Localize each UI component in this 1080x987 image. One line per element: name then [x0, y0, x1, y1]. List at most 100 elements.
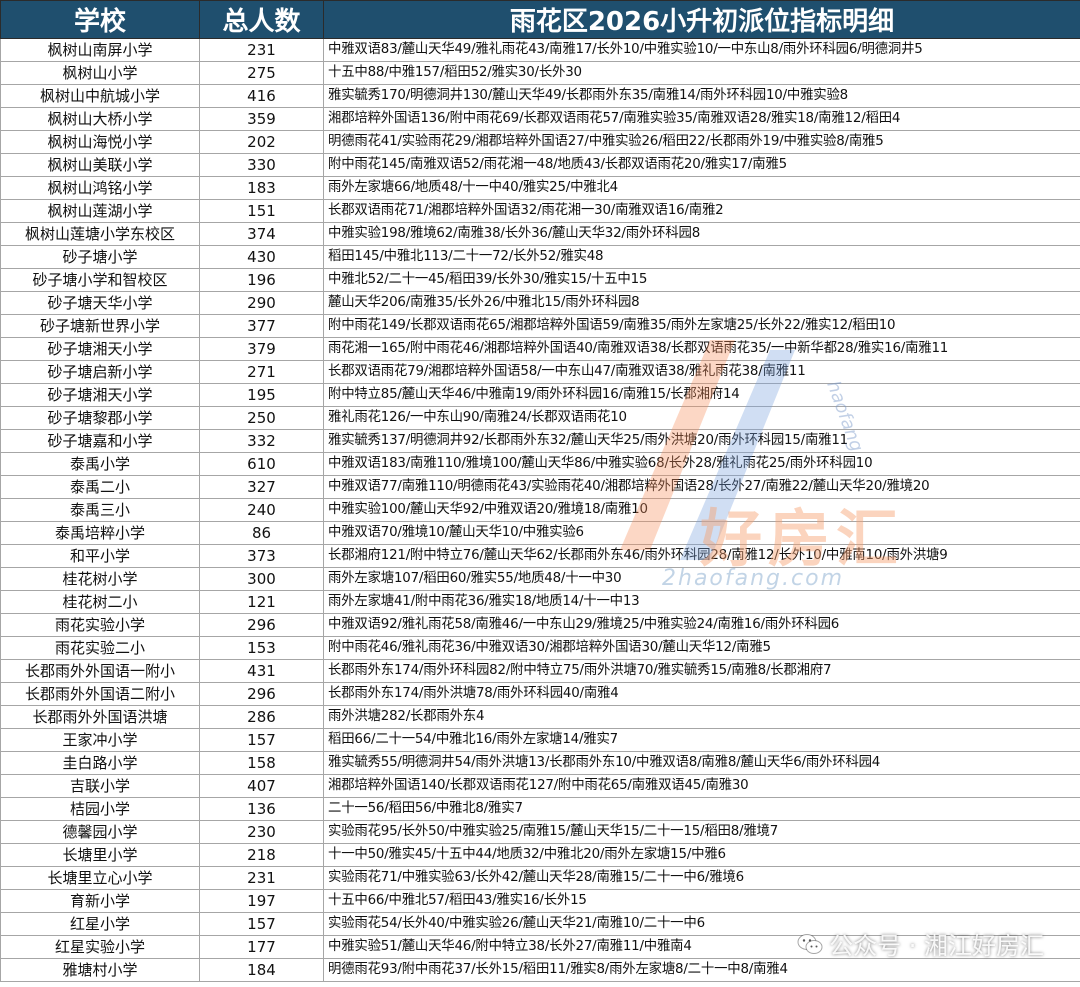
table-row: 桔园小学 136 二十一56/稻田56/中雅北8/雅实7: [0, 797, 1080, 821]
school-cell: 砂子塘小学: [0, 245, 200, 269]
detail-cell: 长郡湘府121/附中特立76/麓山天华62/长郡雨外东46/雨外环科园28/南雅…: [323, 544, 1080, 568]
table-row: 砂子塘启新小学 271 长郡双语雨花79/湘郡培粹外国语58/一中东山47/南雅双语…: [0, 360, 1080, 384]
total-cell: 275: [199, 61, 324, 85]
total-cell: 240: [199, 498, 324, 522]
total-cell: 202: [199, 130, 324, 154]
detail-cell: 麓山天华206/南雅35/长外26/中雅北15/雨外环科园8: [323, 291, 1080, 315]
school-cell: 长塘里小学: [0, 843, 200, 867]
detail-cell: 明德雨花93/附中雨花37/长外15/稻田11/雅实8/雨外左家塘8/二十一中8…: [323, 958, 1080, 982]
school-cell: 雅塘村小学: [0, 958, 200, 982]
school-cell: 和平小学: [0, 544, 200, 568]
table-row: 枫树山莲湖小学 151 长郡双语雨花71/湘郡培粹外国语32/雨花湘一30/南雅双语…: [0, 199, 1080, 223]
total-cell: 359: [199, 107, 324, 131]
detail-cell: 雅实毓秀170/明德洞井130/麓山天华49/长郡雨外东35/南雅14/雨外环科…: [323, 84, 1080, 108]
detail-cell: 稻田66/二十一54/中雅北16/雨外左家塘14/雅实7: [323, 728, 1080, 752]
total-cell: 374: [199, 222, 324, 246]
total-cell: 183: [199, 176, 324, 200]
school-cell: 枫树山中航城小学: [0, 84, 200, 108]
total-cell: 158: [199, 751, 324, 775]
detail-cell: 中雅实验51/麓山天华46/附中特立38/长外27/南雅11/中雅南4: [323, 935, 1080, 959]
table-row: 圭白路小学 158 雅实毓秀55/明德洞井54/雨外洪塘13/长郡雨外东10/中雅双…: [0, 751, 1080, 775]
header-total: 总人数: [199, 0, 324, 39]
school-cell: 枫树山美联小学: [0, 153, 200, 177]
total-cell: 296: [199, 613, 324, 637]
school-cell: 泰禹培粹小学: [0, 521, 200, 545]
table-row: 泰禹三小 240 中雅实验100/麓山天华92/中雅双语20/雅境18/南雅10: [0, 498, 1080, 522]
school-cell: 王家冲小学: [0, 728, 200, 752]
total-cell: 231: [199, 38, 324, 62]
total-cell: 196: [199, 268, 324, 292]
total-cell: 136: [199, 797, 324, 821]
detail-cell: 中雅双语92/雅礼雨花58/南雅46/一中东山29/雅境25/中雅实验24/南雅…: [323, 613, 1080, 637]
detail-cell: 雅实毓秀55/明德洞井54/雨外洪塘13/长郡雨外东10/中雅双语8/南雅8/麓…: [323, 751, 1080, 775]
table-row: 砂子塘嘉和小学 332 雅实毓秀137/明德洞井92/长郡雨外东32/麓山天华25/…: [0, 429, 1080, 453]
detail-cell: 雅礼雨花126/一中东山90/南雅24/长郡双语雨花10: [323, 406, 1080, 430]
total-cell: 416: [199, 84, 324, 108]
detail-cell: 十五中66/中雅北57/稻田43/雅实16/长外15: [323, 889, 1080, 913]
detail-cell: 实验雨花95/长外50/中雅实验25/南雅15/麓山天华15/二十一15/稻田8…: [323, 820, 1080, 844]
detail-cell: 十五中88/中雅157/稻田52/雅实30/长外30: [323, 61, 1080, 85]
detail-cell: 湘郡培粹外国语136/附中雨花69/长郡双语雨花57/南雅实验35/南雅双语28…: [323, 107, 1080, 131]
school-cell: 枫树山海悦小学: [0, 130, 200, 154]
allocation-table: 学校 总人数 雨花区2026小升初派位指标明细 枫树山南屏小学 231 中雅双语83…: [0, 0, 1080, 982]
table-row: 红星小学 157 实验雨花54/长外40/中雅实验26/麓山天华21/南雅10/二十…: [0, 912, 1080, 936]
table-row: 桂花树二小 121 雨外左家塘41/附中雨花36/雅实18/地质14/十一中13: [0, 590, 1080, 614]
detail-cell: 长郡双语雨花71/湘郡培粹外国语32/雨花湘一30/南雅双语16/南雅2: [323, 199, 1080, 223]
school-cell: 桂花树小学: [0, 567, 200, 591]
detail-cell: 附中雨花145/南雅双语52/雨花湘一48/地质43/长郡双语雨花20/雅实17…: [323, 153, 1080, 177]
total-cell: 218: [199, 843, 324, 867]
detail-cell: 实验雨花71/中雅实验63/长外42/麓山天华28/南雅15/二十一中6/雅境6: [323, 866, 1080, 890]
detail-cell: 湘郡培粹外国语140/长郡双语雨花127/附中雨花65/南雅双语45/南雅30: [323, 774, 1080, 798]
school-cell: 吉联小学: [0, 774, 200, 798]
total-cell: 271: [199, 360, 324, 384]
detail-cell: 中雅双语70/雅境10/麓山天华10/中雅实验6: [323, 521, 1080, 545]
detail-cell: 十一中50/雅实45/十五中44/地质32/中雅北20/雨外左家塘15/中雅6: [323, 843, 1080, 867]
table-row: 王家冲小学 157 稻田66/二十一54/中雅北16/雨外左家塘14/雅实7: [0, 728, 1080, 752]
total-cell: 290: [199, 291, 324, 315]
school-cell: 砂子塘黎郡小学: [0, 406, 200, 430]
total-cell: 330: [199, 153, 324, 177]
table-row: 泰禹小学 610 中雅双语183/南雅110/雅境100/麓山天华86/中雅实验68…: [0, 452, 1080, 476]
table-row: 枫树山鸿铭小学 183 雨外左家塘66/地质48/十一中40/雅实25/中雅北4: [0, 176, 1080, 200]
table-row: 吉联小学 407 湘郡培粹外国语140/长郡双语雨花127/附中雨花65/南雅双语4…: [0, 774, 1080, 798]
detail-cell: 稻田145/中雅北113/二十一72/长外52/雅实48: [323, 245, 1080, 269]
table-row: 长塘里立心小学 231 实验雨花71/中雅实验63/长外42/麓山天华28/南雅15…: [0, 866, 1080, 890]
school-cell: 泰禹三小: [0, 498, 200, 522]
detail-cell: 中雅双语83/麓山天华49/雅礼雨花43/南雅17/长外10/中雅实验10/一中…: [323, 38, 1080, 62]
detail-cell: 中雅实验100/麓山天华92/中雅双语20/雅境18/南雅10: [323, 498, 1080, 522]
table-row: 雨花实验小学 296 中雅双语92/雅礼雨花58/南雅46/一中东山29/雅境25/…: [0, 613, 1080, 637]
table-row: 砂子塘黎郡小学 250 雅礼雨花126/一中东山90/南雅24/长郡双语雨花10: [0, 406, 1080, 430]
detail-cell: 雨外左家塘107/稻田60/雅实55/地质48/十一中30: [323, 567, 1080, 591]
school-cell: 红星实验小学: [0, 935, 200, 959]
table-row: 长郡雨外外国语一附小 431 长郡雨外东174/雨外环科园82/附中特立75/雨外洪…: [0, 659, 1080, 683]
detail-cell: 实验雨花54/长外40/中雅实验26/麓山天华21/南雅10/二十一中6: [323, 912, 1080, 936]
detail-cell: 长郡双语雨花79/湘郡培粹外国语58/一中东山47/南雅双语38/雅礼雨花38/…: [323, 360, 1080, 384]
detail-cell: 中雅双语183/南雅110/雅境100/麓山天华86/中雅实验68/长外28/雅…: [323, 452, 1080, 476]
table-row: 砂子塘新世界小学 377 附中雨花149/长郡双语雨花65/湘郡培粹外国语59/南雅…: [0, 314, 1080, 338]
table-row: 枫树山美联小学 330 附中雨花145/南雅双语52/雨花湘一48/地质43/长郡双…: [0, 153, 1080, 177]
table-row: 桂花树小学 300 雨外左家塘107/稻田60/雅实55/地质48/十一中30: [0, 567, 1080, 591]
table-row: 砂子塘小学 430 稻田145/中雅北113/二十一72/长外52/雅实48: [0, 245, 1080, 269]
total-cell: 195: [199, 383, 324, 407]
table-row: 长郡雨外外国语洪塘 286 雨外洪塘282/长郡雨外东4: [0, 705, 1080, 729]
detail-cell: 附中雨花149/长郡双语雨花65/湘郡培粹外国语59/南雅35/雨外左家塘25/…: [323, 314, 1080, 338]
detail-cell: 附中雨花46/雅礼雨花36/中雅双语30/湘郡培粹外国语30/麓山天华12/南雅…: [323, 636, 1080, 660]
total-cell: 300: [199, 567, 324, 591]
school-cell: 砂子塘启新小学: [0, 360, 200, 384]
total-cell: 153: [199, 636, 324, 660]
detail-cell: 雨外洪塘282/长郡雨外东4: [323, 705, 1080, 729]
table-row: 红星实验小学 177 中雅实验51/麓山天华46/附中特立38/长外27/南雅11/…: [0, 935, 1080, 959]
total-cell: 184: [199, 958, 324, 982]
detail-cell: 中雅双语77/南雅110/明德雨花43/实验雨花40/湘郡培粹外国语28/长外2…: [323, 475, 1080, 499]
detail-cell: 雨外左家塘66/地质48/十一中40/雅实25/中雅北4: [323, 176, 1080, 200]
school-cell: 雨花实验二小: [0, 636, 200, 660]
school-cell: 泰禹小学: [0, 452, 200, 476]
school-cell: 长郡雨外外国语一附小: [0, 659, 200, 683]
detail-cell: 雅实毓秀137/明德洞井92/长郡雨外东32/麓山天华25/雨外洪塘20/雨外环…: [323, 429, 1080, 453]
total-cell: 86: [199, 521, 324, 545]
school-cell: 砂子塘天华小学: [0, 291, 200, 315]
school-cell: 桔园小学: [0, 797, 200, 821]
school-cell: 砂子塘嘉和小学: [0, 429, 200, 453]
table-row: 德馨园小学 230 实验雨花95/长外50/中雅实验25/南雅15/麓山天华15/二…: [0, 820, 1080, 844]
total-cell: 296: [199, 682, 324, 706]
